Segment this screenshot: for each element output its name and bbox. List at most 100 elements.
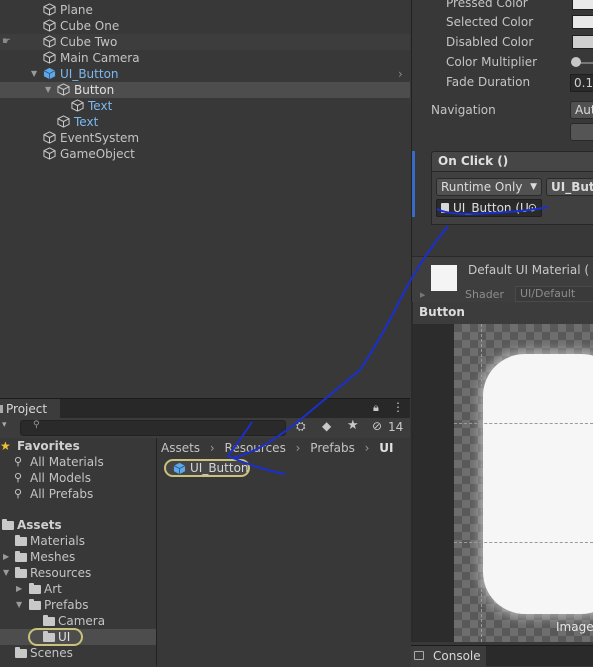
expand-arrow-icon[interactable]: ▶ — [3, 549, 9, 565]
search-input[interactable]: ⚲ — [20, 420, 286, 436]
folder-label: Prefabs — [44, 598, 89, 612]
favorite-label: All Prefabs — [30, 487, 94, 501]
asset-item-ui-button[interactable]: UI_Button — [164, 459, 250, 477]
breadcrumb-item[interactable]: Resources — [225, 441, 286, 455]
collapse-arrow-icon[interactable]: ▶ — [420, 291, 425, 299]
favorite-label: All Materials — [30, 455, 104, 469]
lock-icon[interactable]: 🔒︎ — [373, 401, 379, 415]
filter-by-label-icon[interactable]: ◆ — [322, 419, 331, 433]
folder-label: Meshes — [30, 550, 76, 564]
assets-header[interactable]: Assets — [0, 517, 156, 533]
hierarchy-item-label: Main Camera — [60, 51, 140, 65]
folder-materials[interactable]: Materials — [0, 533, 156, 549]
breadcrumb-item[interactable]: Prefabs — [310, 441, 355, 455]
folder-icon — [15, 647, 27, 658]
fade-duration-field[interactable]: 0.1 — [570, 74, 593, 92]
slider-thumb[interactable] — [571, 57, 581, 67]
expand-arrow-icon[interactable]: ▼ — [31, 66, 37, 82]
gameobject-icon — [57, 115, 70, 128]
expand-arrow-icon[interactable]: ▶ — [16, 581, 22, 597]
tab-console-label: Console — [433, 649, 481, 663]
pressed-color-swatch[interactable] — [572, 0, 593, 10]
folder-ui[interactable]: UI — [0, 628, 156, 646]
hierarchy-item-cube-two[interactable]: ☛ Cube Two — [0, 34, 410, 50]
image-label: Image — [556, 620, 593, 634]
favorite-star-icon[interactable]: ★ — [347, 418, 359, 433]
hierarchy-item-main-camera[interactable]: Main Camera — [0, 50, 410, 66]
more-options-icon[interactable]: ⋮ — [392, 400, 404, 414]
selected-color-swatch[interactable] — [572, 15, 593, 29]
breadcrumb-item[interactable]: UI — [379, 441, 393, 455]
favorites-header[interactable]: ★ Favorites — [0, 438, 156, 454]
hierarchy-item-eventsystem[interactable]: EventSystem — [0, 130, 410, 146]
hidden-packages-icon[interactable]: ⊘ — [372, 419, 382, 433]
folder-icon — [15, 551, 27, 562]
breadcrumb-item[interactable]: Assets — [161, 441, 200, 455]
visualize-button[interactable] — [570, 123, 593, 141]
hierarchy-item-gameobject[interactable]: GameObject — [0, 146, 410, 162]
hierarchy-item-label: GameObject — [60, 147, 135, 161]
tab-console[interactable]: Console — [411, 646, 486, 667]
project-toolbar: ▾ ⚲ ⛭ ◆ ★ ⊘ 14 — [0, 418, 410, 438]
gameobject-icon — [43, 35, 56, 48]
breadcrumb-separator-icon: › — [295, 441, 301, 455]
shader-dropdown[interactable]: UI/Default — [515, 286, 593, 302]
folder-art[interactable]: ▶ Art — [0, 581, 156, 597]
folder-meshes[interactable]: ▶ Meshes — [0, 549, 156, 565]
target-object-field[interactable]: UI_Button (U ⊙ — [436, 199, 542, 217]
dropdown-arrow-icon: ▼ — [530, 182, 537, 192]
disabled-color-swatch[interactable] — [572, 35, 593, 49]
slice-guide — [454, 423, 593, 424]
filter-by-type-icon[interactable]: ⛭ — [296, 419, 306, 434]
hierarchy-item-plane[interactable]: Plane — [0, 2, 410, 18]
project-assets-view: Assets › Resources › Prefabs › UI UI_But… — [158, 438, 410, 666]
folder-icon — [29, 583, 41, 594]
expand-arrow-icon[interactable]: ▼ — [16, 597, 22, 613]
console-tab-bar: Console — [411, 645, 593, 667]
gameobject-icon — [71, 99, 84, 112]
hierarchy-item-ui-button[interactable]: ▼ UI_Button › — [0, 66, 410, 82]
expand-arrow-icon[interactable]: ▼ — [3, 565, 9, 581]
gameobject-icon — [43, 147, 56, 160]
hierarchy-item-text-child[interactable]: Text — [0, 98, 410, 114]
favorite-item-all-materials[interactable]: ⚲ All Materials — [0, 454, 156, 470]
folder-label: Art — [44, 582, 62, 596]
search-icon: ⚲ — [33, 420, 40, 430]
folder-scenes[interactable]: Scenes — [0, 645, 156, 661]
asset-item-label: UI_Button — [190, 461, 249, 475]
folder-icon — [43, 631, 55, 642]
hierarchy-item-label: EventSystem — [60, 131, 140, 145]
hierarchy-item-button[interactable]: ▼ Button — [0, 82, 410, 98]
gameobject-icon — [43, 51, 56, 64]
object-picker-icon[interactable]: ⊙ — [528, 200, 537, 216]
function-dropdown[interactable]: UI_Butt — [546, 178, 593, 196]
preview-dropdown[interactable]: Button ▼ — [415, 304, 469, 322]
expand-arrow-icon[interactable]: ▼ — [45, 82, 51, 98]
folder-prefabs[interactable]: ▼ Prefabs — [0, 597, 156, 613]
hierarchy-panel: Plane Cube One ☛ Cube Two Main Camera ▼ … — [0, 0, 410, 398]
create-dropdown-icon[interactable]: ▾ — [2, 420, 7, 430]
folder-resources[interactable]: ▼ Resources — [0, 565, 156, 581]
prefab-icon — [173, 462, 186, 475]
hierarchy-item-label: Cube One — [60, 19, 120, 33]
favorite-label: All Models — [30, 471, 91, 485]
tab-project[interactable]: Project — [0, 399, 60, 419]
chevron-right-icon[interactable]: › — [398, 66, 403, 82]
navigation-dropdown[interactable]: Aut — [570, 101, 593, 119]
hierarchy-item-label: Text — [88, 99, 113, 113]
folder-camera[interactable]: Camera — [0, 613, 156, 629]
fade-duration-label: Fade Duration — [446, 75, 531, 89]
hierarchy-item-cube-one[interactable]: Cube One — [0, 18, 410, 34]
tab-project-label: Project — [6, 402, 48, 416]
folder-icon — [29, 599, 41, 610]
material-name: Default UI Material ( — [468, 263, 590, 277]
favorite-item-all-models[interactable]: ⚲ All Models — [0, 470, 156, 486]
runtime-only-dropdown[interactable]: Runtime Only ▼ — [436, 178, 542, 196]
search-icon: ⚲ — [14, 471, 23, 484]
shader-label: Shader — [465, 288, 504, 301]
folder-icon — [43, 615, 55, 626]
hierarchy-item-text[interactable]: Text — [0, 114, 410, 130]
favorite-item-all-prefabs[interactable]: ⚲ All Prefabs — [0, 486, 156, 502]
folder-icon — [15, 535, 27, 546]
runtime-only-label: Runtime Only — [441, 180, 523, 194]
